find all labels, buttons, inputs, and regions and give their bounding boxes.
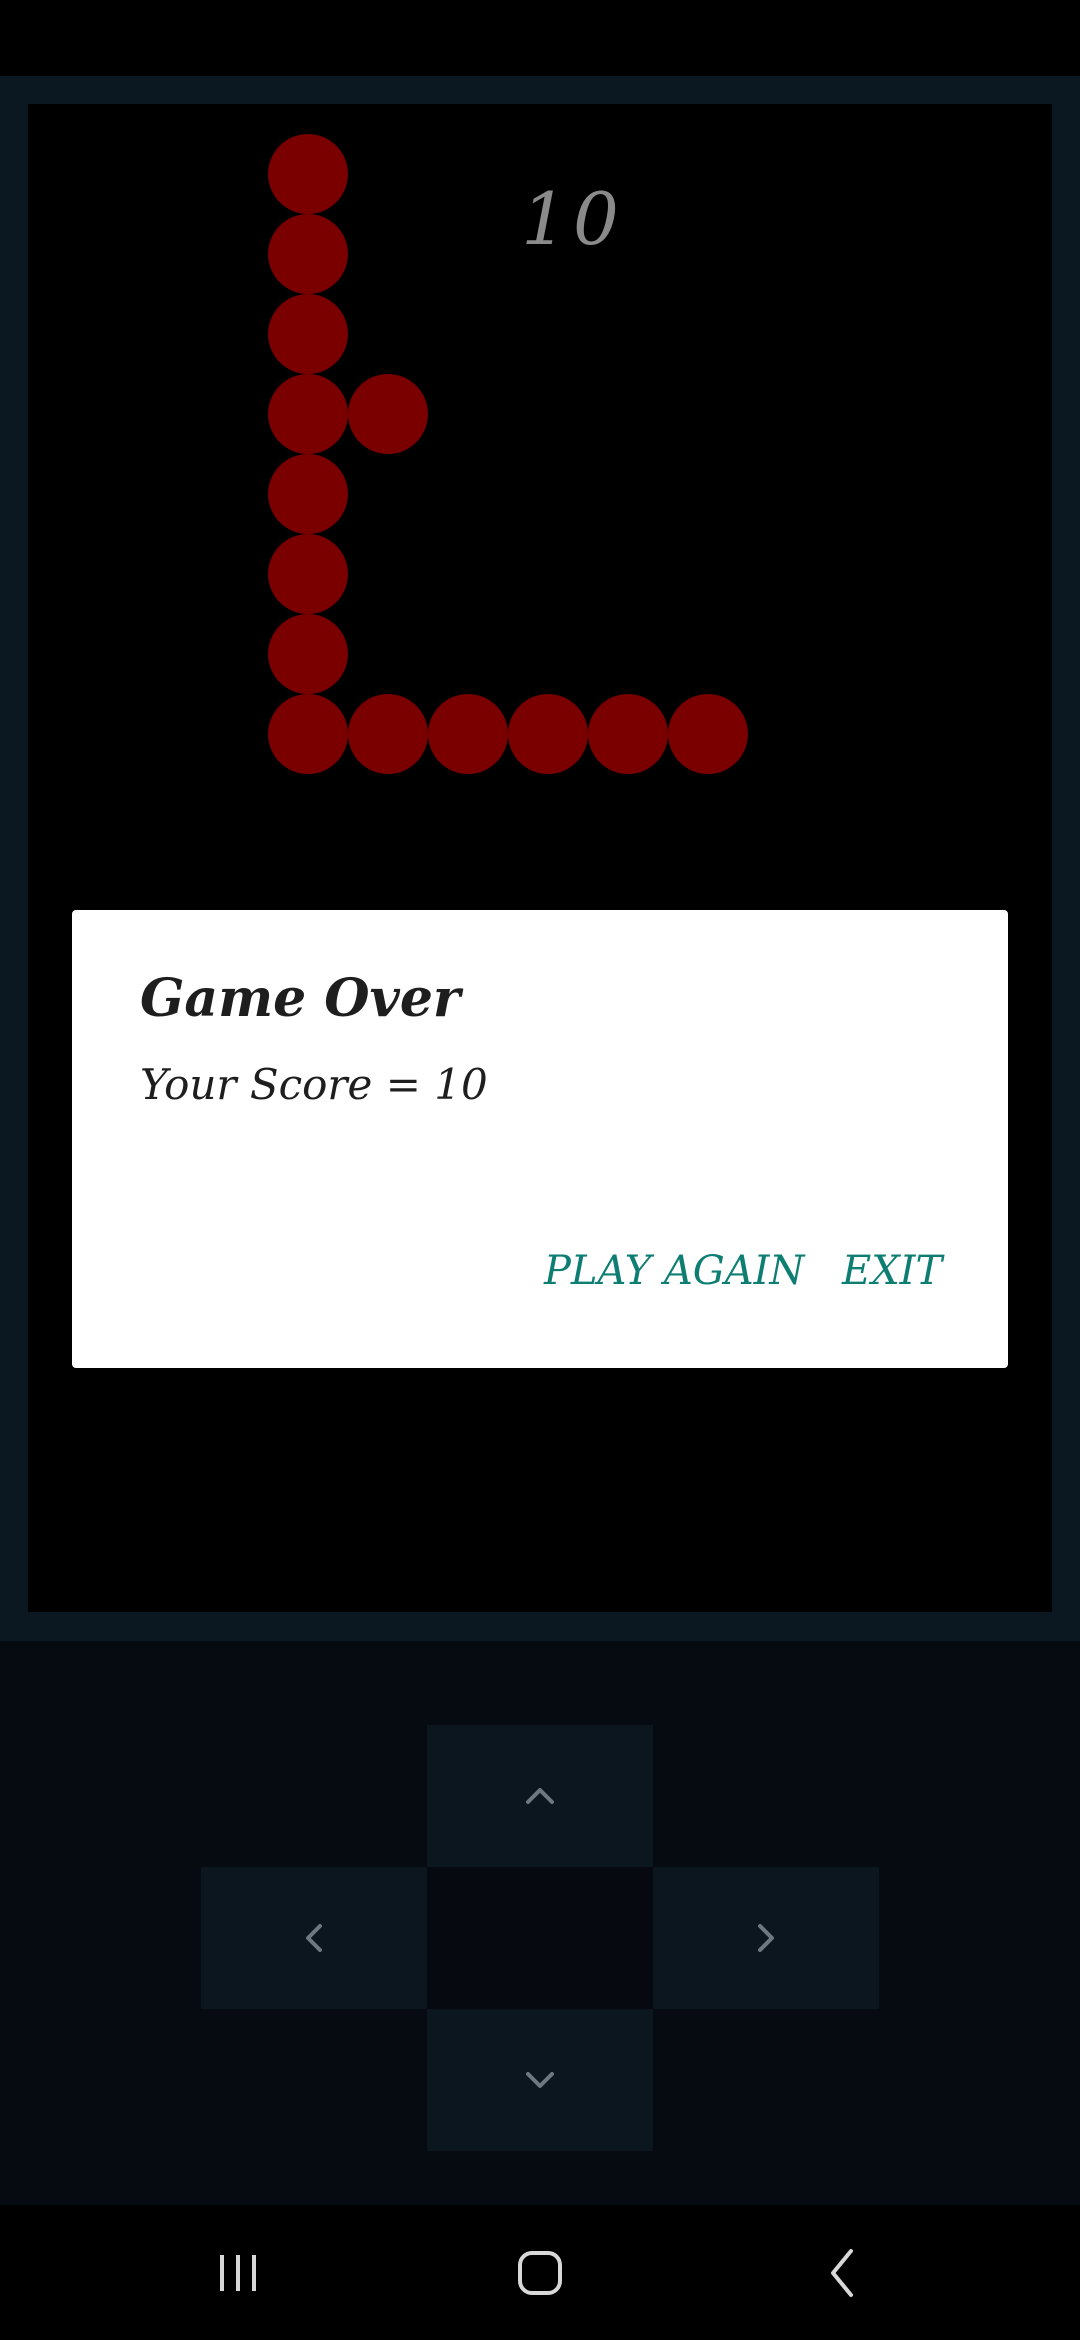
navigation-bar xyxy=(0,2205,1080,2340)
game-over-dialog: Game Over Your Score = 10 PLAY AGAIN EXI… xyxy=(72,910,1008,1368)
dialog-title: Game Over xyxy=(140,968,461,1029)
recent-apps-button[interactable] xyxy=(158,2205,318,2340)
exit-button[interactable]: EXIT xyxy=(842,1248,942,1294)
back-button[interactable] xyxy=(763,2205,923,2340)
back-icon xyxy=(831,2248,853,2297)
dialog-message: Your Score = 10 xyxy=(140,1060,488,1109)
game-screen: 10 Game Over Your Score = 10 PLAY AGAIN … xyxy=(0,0,1080,2340)
home-icon xyxy=(518,2250,562,2295)
dialog-scrim: Game Over Your Score = 10 PLAY AGAIN EXI… xyxy=(0,0,1080,2205)
home-button[interactable] xyxy=(460,2205,620,2340)
play-again-button[interactable]: PLAY AGAIN xyxy=(544,1248,804,1294)
recent-apps-icon xyxy=(220,2254,256,2291)
